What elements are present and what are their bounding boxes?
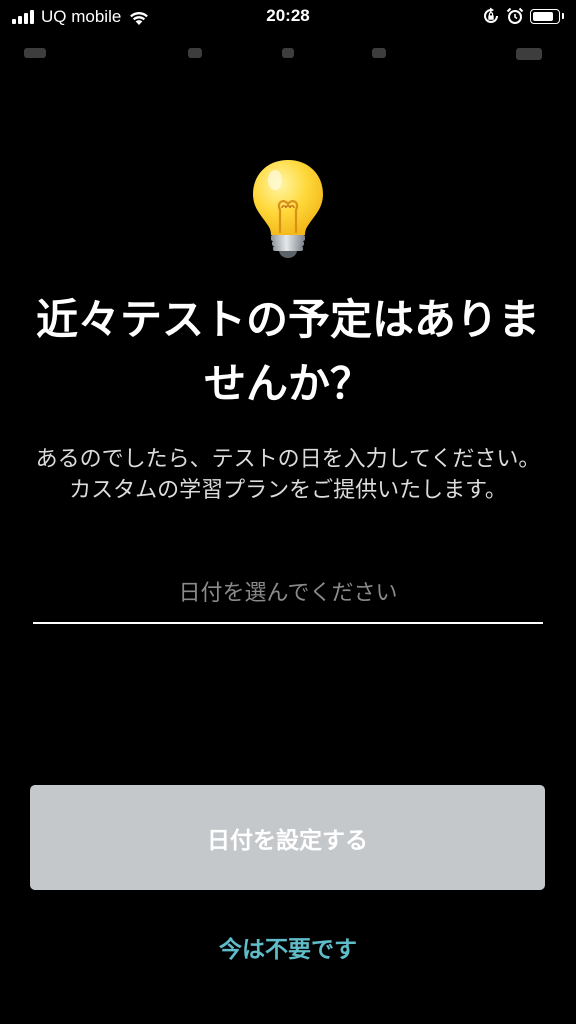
light-bulb-icon [253,160,323,258]
set-date-button[interactable]: 日付を設定する [30,785,545,890]
battery-nub [562,13,564,19]
test-date-field[interactable]: 日付を選んでください [33,570,543,624]
obscured-header-row [0,46,576,62]
alarm-clock-icon [506,7,524,24]
not-now-link[interactable]: 今は不要です [0,930,576,970]
battery-icon [530,8,560,24]
prompt-description: あるのでしたら、テストの日を入力してください。カスタムの学習プランをご提供いたし… [35,447,541,503]
prompt-title: 近々テストの予定はありませんか？ [35,295,540,408]
status-bar: UQ mobile 20:28 [0,0,576,34]
status-bar-right [482,6,564,26]
rotation-lock-icon [484,7,498,23]
battery-level-fill [533,11,553,21]
